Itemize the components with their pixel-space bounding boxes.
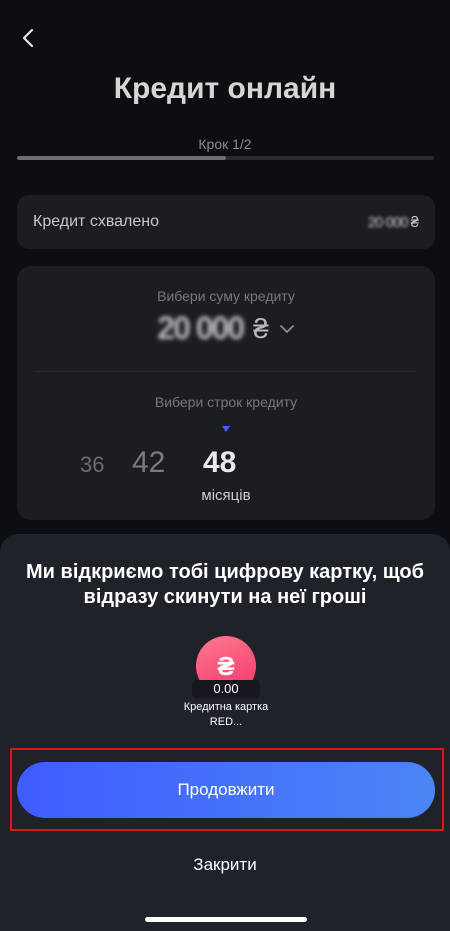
term-picker-label: Вибери строк кредиту bbox=[154, 394, 298, 410]
card-balance: 0.00 bbox=[192, 680, 260, 698]
triangle-down-icon bbox=[222, 426, 230, 432]
credit-picker-card: Вибери суму кредиту 20 000 ₴ Вибери стро… bbox=[17, 266, 435, 520]
amount-selector[interactable]: 20 000 ₴ bbox=[17, 310, 435, 347]
amount-value: 20 000 bbox=[157, 310, 245, 346]
credit-approved-amount: 20 000 ₴ bbox=[368, 214, 419, 231]
step-progress-fill bbox=[17, 156, 226, 160]
digital-card-bottom-sheet: Ми відкриємо тобі цифрову картку, щоб ві… bbox=[0, 534, 450, 931]
amount-picker-label: Вибери суму кредиту bbox=[157, 288, 295, 304]
credit-approved-card: Кредит схвалено 20 000 ₴ bbox=[17, 195, 435, 249]
term-option-48-selected[interactable]: 48 bbox=[203, 446, 236, 480]
credit-approved-value: 20 000 bbox=[367, 213, 409, 231]
hryvnia-icon: ₴ bbox=[217, 650, 235, 681]
credit-approved-label: Кредит схвалено bbox=[33, 213, 159, 230]
step-indicator: Крок 1/2 bbox=[198, 136, 252, 152]
credit-online-screen: Кредит онлайн Крок 1/2 Кредит схвалено 2… bbox=[0, 0, 450, 931]
term-option-36[interactable]: 36 bbox=[80, 452, 104, 478]
chevron-down-icon[interactable] bbox=[279, 324, 295, 334]
chevron-left-icon bbox=[22, 28, 34, 48]
step-progress-bar bbox=[17, 156, 434, 160]
term-option-42[interactable]: 42 bbox=[132, 446, 165, 480]
close-button[interactable]: Закрити bbox=[150, 852, 300, 878]
term-unit-label: місяців bbox=[201, 487, 251, 504]
picker-divider bbox=[35, 371, 417, 372]
back-button[interactable] bbox=[12, 22, 44, 54]
card-name: Кредитна картка RED... bbox=[183, 701, 269, 728]
continue-button[interactable]: Продовжити bbox=[17, 762, 435, 818]
home-indicator bbox=[145, 917, 307, 922]
amount-currency: ₴ bbox=[253, 312, 269, 344]
credit-approved-currency: ₴ bbox=[410, 213, 419, 231]
sheet-title: Ми відкриємо тобі цифрову картку, щоб ві… bbox=[26, 561, 424, 608]
page-title: Кредит онлайн bbox=[113, 72, 337, 105]
